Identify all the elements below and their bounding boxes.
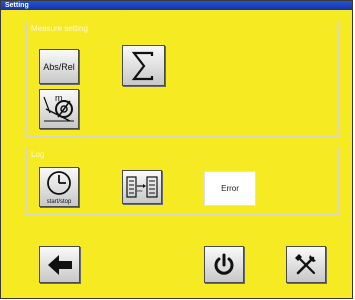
log-label: Log — [31, 150, 45, 159]
svg-text:rec: rec — [137, 188, 143, 193]
abs-rel-label: Abs/Rel — [43, 61, 75, 72]
title-bar: Setting — [1, 1, 352, 10]
left-arrow-icon — [47, 254, 72, 275]
log-start-stop-button[interactable]: start/stop — [39, 167, 79, 207]
error-button[interactable]: Error — [204, 171, 256, 206]
power-icon — [214, 253, 234, 275]
measuring-wheel-icon: m — [43, 93, 74, 122]
sum-button[interactable] — [122, 45, 165, 86]
length-setting-button[interactable]: m — [39, 89, 79, 129]
measure-setting-label: Measure setting — [31, 24, 88, 33]
log-transfer-icon: rec — [126, 176, 158, 198]
abs-rel-button[interactable]: Abs/Rel — [39, 49, 79, 84]
power-button[interactable] — [204, 246, 244, 283]
start-stop-label: start/stop — [46, 199, 72, 205]
clock-icon — [47, 171, 71, 195]
error-label: Error — [221, 184, 239, 193]
window-title: Setting — [5, 2, 29, 9]
tools-icon — [295, 253, 316, 274]
back-button[interactable] — [39, 246, 80, 283]
settings-window: Setting Measure setting Abs/Rel m Log st… — [0, 0, 353, 299]
log-transfer-button[interactable]: rec — [122, 170, 162, 204]
tools-button[interactable] — [286, 246, 326, 283]
sigma-icon — [131, 51, 153, 80]
